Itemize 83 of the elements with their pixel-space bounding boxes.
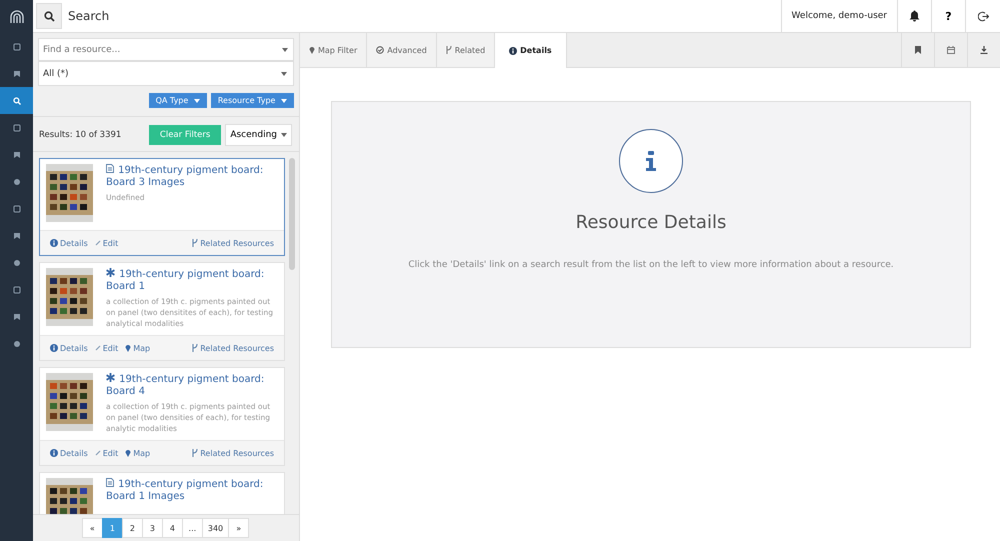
results-count: Results: 10 of 3391 bbox=[39, 130, 122, 140]
asterisk-icon bbox=[106, 373, 115, 382]
result-title-link[interactable]: 19th-century pigment board: Board 3 Images bbox=[106, 164, 278, 188]
page-button[interactable]: 2 bbox=[122, 518, 143, 538]
info-icon bbox=[50, 449, 58, 457]
info-icon bbox=[50, 239, 58, 247]
filter-dropdown-button[interactable]: Resource Type bbox=[210, 93, 294, 108]
map-pin-icon bbox=[125, 344, 132, 352]
info-glyph-icon bbox=[645, 151, 657, 171]
details-message: Click the 'Details' link on a search result from the list on the left to view more information about a resource. bbox=[408, 260, 894, 270]
nav-icon bbox=[12, 258, 20, 266]
details-link[interactable]: Details bbox=[50, 344, 88, 352]
nav-icon bbox=[12, 178, 20, 186]
resource-search-field[interactable]: Find a resource... bbox=[38, 38, 294, 61]
filter-dropdown-button[interactable]: QA Type bbox=[148, 93, 207, 108]
nav-icon bbox=[12, 42, 20, 50]
info-icon bbox=[509, 46, 518, 54]
tab[interactable]: Details bbox=[495, 33, 567, 68]
tab[interactable]: Related bbox=[436, 33, 496, 67]
nav-icon bbox=[12, 340, 20, 348]
branch-icon bbox=[192, 239, 198, 247]
edit-link[interactable]: Edit bbox=[94, 344, 118, 352]
page-button[interactable]: 340 bbox=[202, 518, 230, 538]
map-pin-icon bbox=[125, 449, 132, 457]
result-card[interactable]: 19th-century pigment board: Board 1 Images bbox=[39, 472, 285, 514]
download-icon bbox=[980, 46, 988, 54]
scope-dropdown[interactable]: All (*) bbox=[38, 61, 294, 86]
related-resources-link[interactable]: Related Resources bbox=[192, 344, 274, 352]
caret-icon bbox=[281, 72, 287, 76]
page-button[interactable]: 4 bbox=[162, 518, 183, 538]
nav-icon bbox=[12, 204, 20, 212]
page-button[interactable]: « bbox=[82, 518, 103, 538]
pencil-icon bbox=[94, 240, 101, 246]
asterisk-icon bbox=[106, 268, 115, 277]
page-button[interactable]: 3 bbox=[142, 518, 163, 538]
branch-icon bbox=[446, 46, 452, 54]
nav-icon bbox=[12, 124, 20, 132]
tab[interactable]: Advanced bbox=[367, 33, 437, 67]
nav-icon bbox=[12, 150, 20, 158]
nav-icon bbox=[12, 286, 20, 294]
search-button[interactable] bbox=[36, 3, 62, 29]
logout-icon bbox=[978, 10, 988, 22]
bookmark-icon bbox=[915, 46, 921, 54]
check-circle-icon bbox=[376, 46, 384, 54]
nav-item[interactable] bbox=[0, 87, 33, 114]
page-button[interactable]: ... bbox=[182, 518, 203, 538]
related-resources-link[interactable]: Related Resources bbox=[192, 448, 274, 458]
caret-icon bbox=[281, 98, 287, 103]
result-title-link[interactable]: 19th-century pigment board: Board 4 bbox=[106, 373, 278, 397]
map-link[interactable]: Map bbox=[125, 448, 150, 458]
nav-icon bbox=[12, 96, 20, 104]
caret-icon bbox=[194, 98, 200, 103]
logo-icon bbox=[10, 10, 24, 24]
sort-dropdown[interactable]: Ascending bbox=[225, 124, 292, 146]
edit-link[interactable]: Edit bbox=[94, 238, 118, 248]
branch-icon bbox=[192, 344, 198, 352]
file-icon bbox=[106, 478, 114, 487]
result-title-link[interactable]: 19th-century pigment board: Board 1 bbox=[106, 268, 278, 292]
info-icon bbox=[50, 344, 58, 352]
caret-icon bbox=[281, 133, 287, 137]
caret-icon bbox=[282, 48, 288, 52]
page-title: Search bbox=[68, 9, 110, 23]
file-icon bbox=[106, 164, 114, 173]
related-resources-link[interactable]: Related Resources bbox=[192, 238, 274, 248]
nav-icon bbox=[12, 312, 20, 320]
details-title: Resource Details bbox=[576, 212, 726, 233]
edit-link[interactable]: Edit bbox=[94, 448, 118, 458]
map-link[interactable]: Map bbox=[125, 344, 150, 352]
bell-icon bbox=[909, 10, 920, 22]
nav-icon bbox=[12, 232, 20, 240]
pencil-icon bbox=[94, 345, 101, 351]
result-title-link[interactable]: 19th-century pigment board: Board 1 Images bbox=[106, 478, 278, 502]
nav-icon bbox=[12, 70, 20, 78]
details-link[interactable]: Details bbox=[50, 238, 88, 248]
search-icon bbox=[44, 10, 54, 22]
map-pin-icon bbox=[309, 46, 315, 54]
tab[interactable]: Map Filter bbox=[300, 33, 368, 67]
pencil-icon bbox=[94, 450, 101, 456]
calendar-icon bbox=[947, 46, 955, 54]
details-link[interactable]: Details bbox=[50, 448, 88, 458]
page-button[interactable]: » bbox=[228, 518, 250, 538]
branch-icon bbox=[192, 449, 198, 457]
page-button[interactable]: 1 bbox=[102, 518, 123, 538]
